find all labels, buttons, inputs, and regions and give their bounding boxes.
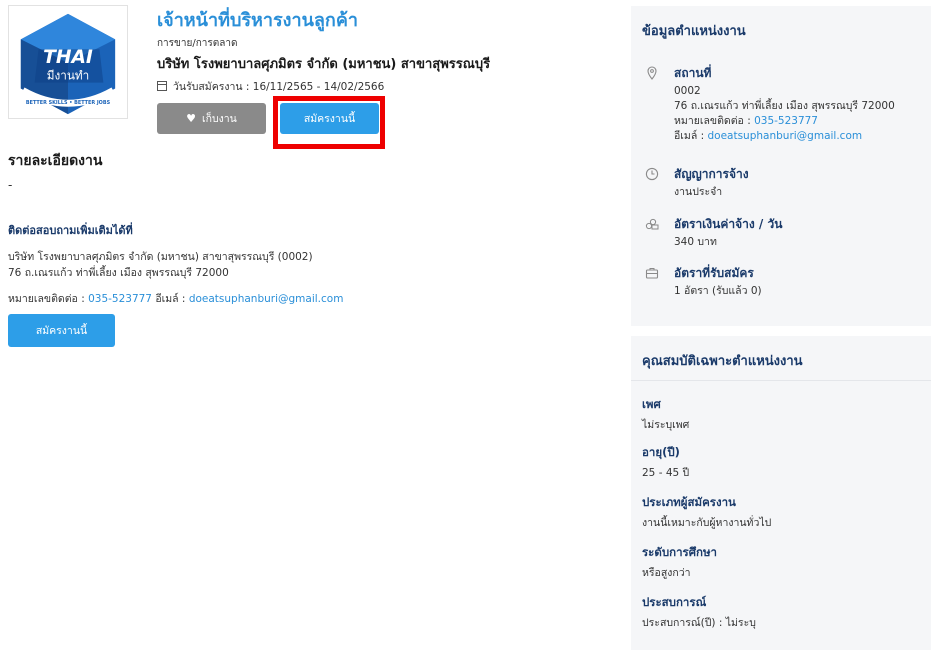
qual-age-value: 25 - 45 ปี xyxy=(642,467,690,479)
job-category: การขาย/การตลาด xyxy=(157,38,238,49)
apply-job-button-bottom[interactable]: สมัครงานนี้ xyxy=(8,314,115,347)
application-dates-text: วันรับสมัครงาน : 16/11/2565 - 14/02/2566 xyxy=(173,81,385,93)
qual-education-label: ระดับการศึกษา xyxy=(642,545,718,559)
location-email-label: อีเมล์ : xyxy=(674,130,705,142)
position-info-panel: ข้อมูลตำแหน่งงาน สถานที่ 0002 76 ถ.เณรแก… xyxy=(631,6,931,326)
location-phone-link[interactable]: 035-523777 xyxy=(754,115,818,127)
save-job-label: เก็บงาน xyxy=(202,113,237,125)
qual-experience-value: ประสบการณ์(ปี) : ไม่ระบุ xyxy=(642,617,756,629)
location-pin-icon xyxy=(647,66,657,80)
calendar-icon xyxy=(157,81,167,91)
contact-address: 76 ถ.เณรแก้ว ท่าพี่เลี้ยง เมือง สุพรรณบุ… xyxy=(8,267,229,279)
logo-brand: THAI xyxy=(43,47,93,68)
company-name: บริษัท โรงพยาบาลศุภมิตร จำกัด (มหาชน) สา… xyxy=(157,57,491,72)
contact-email-label: อีเมล์ : xyxy=(155,293,186,305)
save-job-button[interactable]: ♥ เก็บงาน xyxy=(157,103,266,134)
qual-gender-label: เพศ xyxy=(642,397,661,411)
apply-job-button[interactable]: สมัครงานนี้ xyxy=(280,103,379,134)
qual-education-value: หรือสูงกว่า xyxy=(642,567,691,579)
contract-label: สัญญาการจ้าง xyxy=(674,167,749,181)
application-dates: วันรับสมัครงาน : 16/11/2565 - 14/02/2566 xyxy=(157,78,384,95)
heart-icon: ♥ xyxy=(186,112,197,125)
qual-applicant-type-label: ประเภทผู้สมัครงาน xyxy=(642,495,736,509)
location-email-link[interactable]: doeatsuphanburi@gmail.com xyxy=(707,130,862,142)
contact-phone-link[interactable]: 035-523777 xyxy=(88,293,152,305)
location-phone: หมายเลขติดต่อ : 035-523777 xyxy=(674,114,818,129)
location-code: 0002 xyxy=(674,85,701,97)
qual-age-label: อายุ(ปี) xyxy=(642,445,680,459)
contact-email-link[interactable]: doeatsuphanburi@gmail.com xyxy=(189,293,344,305)
location-label: สถานที่ xyxy=(674,66,712,80)
job-title: เจ้าหน้าที่บริหารงานลูกค้า xyxy=(157,10,358,31)
qual-applicant-type-value: งานนี้เหมาะกับผู้หางานทั่วไป xyxy=(642,517,772,529)
wage-value: 340 บาท xyxy=(674,236,717,248)
qualifications-title: คุณสมบัติเฉพาะตำแหน่งงาน xyxy=(642,354,803,369)
qualifications-panel: คุณสมบัติเฉพาะตำแหน่งงาน เพศ ไม่ระบุเพศ … xyxy=(631,336,931,650)
job-detail-value: - xyxy=(8,178,13,192)
location-address: 76 ถ.เณรแก้ว ท่าพี่เลี้ยง เมือง สุพรรณบุ… xyxy=(674,100,895,112)
qual-experience-label: ประสบการณ์ xyxy=(642,595,707,609)
location-phone-label: หมายเลขติดต่อ : xyxy=(674,115,751,127)
contract-value: งานประจำ xyxy=(674,186,723,198)
money-icon xyxy=(645,218,659,230)
openings-label: อัตราที่รับสมัคร xyxy=(674,266,754,280)
position-info-title: ข้อมูลตำแหน่งงาน xyxy=(642,24,746,39)
contact-company: บริษัท โรงพยาบาลศุภมิตร จำกัด (มหาชน) สา… xyxy=(8,251,313,263)
clock-icon xyxy=(645,167,659,181)
location-email: อีเมล์ : doeatsuphanburi@gmail.com xyxy=(674,129,862,144)
openings-value: 1 อัตรา (รับแล้ว 0) xyxy=(674,285,762,297)
logo-tagline: มีงานทำ xyxy=(47,69,90,83)
logo-ring-text: BETTER SKILLS • BETTER JOBS xyxy=(26,100,111,106)
contact-heading: ติดต่อสอบถามเพิ่มเติมได้ที่ xyxy=(8,224,133,237)
wage-label: อัตราเงินค่าจ้าง / วัน xyxy=(674,217,783,231)
briefcase-icon xyxy=(645,268,659,279)
contact-phone-label: หมายเลขติดต่อ : xyxy=(8,293,85,305)
job-detail-heading: รายละเอียดงาน xyxy=(8,153,103,169)
company-logo: THAI มีงานทำ BETTER SKILLS • BETTER JOBS xyxy=(8,5,128,119)
panel-divider xyxy=(631,380,931,381)
contact-phone-email: หมายเลขติดต่อ : 035-523777 อีเมล์ : doea… xyxy=(8,290,343,307)
qual-gender-value: ไม่ระบุเพศ xyxy=(642,419,690,431)
